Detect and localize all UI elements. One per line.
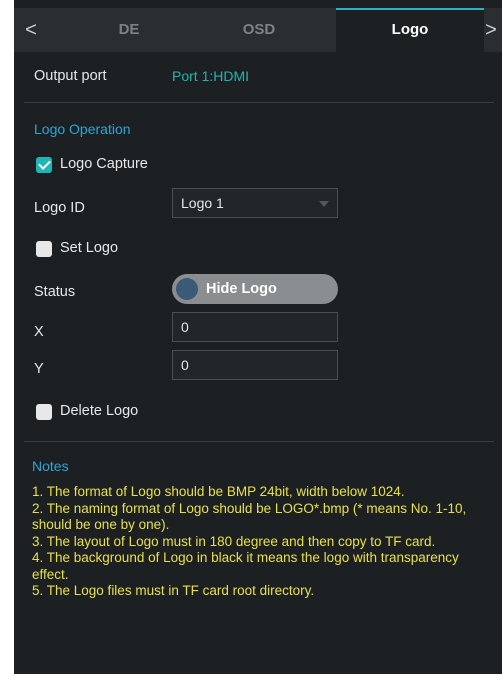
x-input[interactable]: 0	[172, 312, 338, 342]
status-toggle[interactable]: Hide Logo	[172, 274, 338, 304]
logo-capture-checkbox[interactable]	[36, 157, 52, 173]
logo-id-label: Logo ID	[34, 200, 85, 216]
note-item: 1. The format of Logo should be BMP 24bi…	[32, 484, 405, 499]
toggle-label: Hide Logo	[206, 281, 277, 297]
note-item: 5. The Logo files must in TF card root d…	[32, 583, 315, 598]
output-port-value: Port 1:HDMI	[172, 68, 250, 84]
logo-capture-label: Logo Capture	[60, 156, 148, 172]
tab-de[interactable]: DE	[54, 8, 204, 52]
set-logo-checkbox[interactable]	[36, 241, 52, 257]
logo-settings-panel: < DE OSD Logo > Output port Port 1:HDMI …	[14, 0, 502, 674]
notes-title: Notes	[32, 458, 69, 474]
x-label: X	[34, 324, 44, 340]
chevron-left-icon[interactable]: <	[20, 8, 42, 52]
tab-osd[interactable]: OSD	[184, 8, 334, 52]
delete-logo-checkbox[interactable]	[36, 404, 52, 420]
tab-logo[interactable]: Logo	[336, 8, 484, 52]
logo-id-value: Logo 1	[181, 195, 224, 211]
tab-bar: < DE OSD Logo >	[14, 8, 502, 52]
y-input[interactable]: 0	[172, 350, 338, 380]
chevron-down-icon	[319, 201, 329, 207]
toggle-knob	[176, 278, 198, 300]
note-item: 2. The naming format of Logo should be L…	[32, 500, 467, 533]
logo-operation-title: Logo Operation	[34, 121, 131, 137]
logo-id-select[interactable]: Logo 1	[172, 188, 338, 218]
chevron-right-icon[interactable]: >	[480, 8, 502, 52]
note-item: 4. The background of Logo in black it me…	[32, 550, 459, 582]
note-item: 3. The layout of Logo must in 180 degree…	[32, 533, 436, 549]
status-label: Status	[34, 284, 76, 300]
set-logo-label: Set Logo	[60, 240, 119, 256]
delete-logo-label: Delete Logo	[60, 403, 139, 419]
divider	[24, 102, 494, 103]
y-label: Y	[34, 361, 44, 377]
divider	[24, 441, 494, 442]
output-port-label: Output port	[34, 68, 107, 84]
notes-list: 1. The format of Logo should be BMP 24bi…	[32, 484, 494, 600]
